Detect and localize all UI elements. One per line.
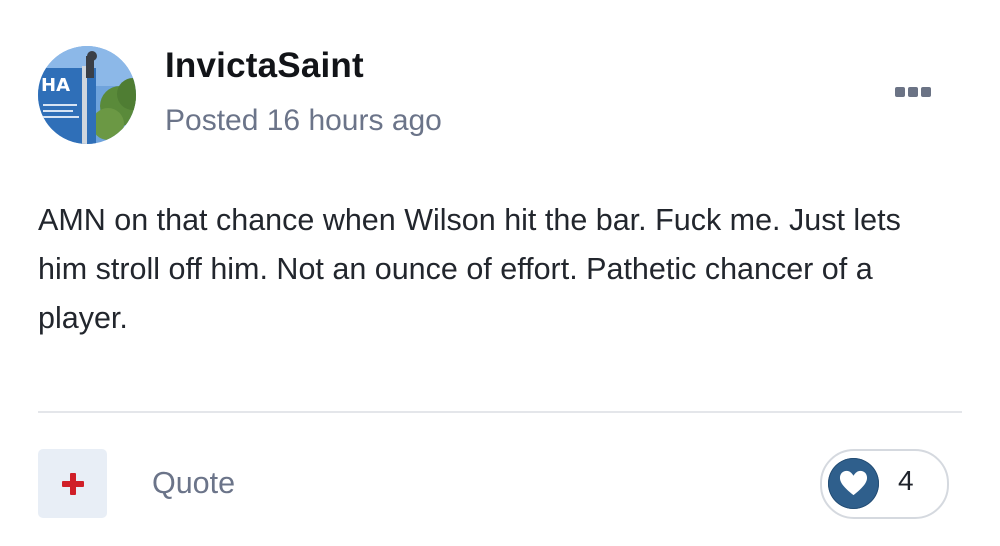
upvote-button[interactable] <box>38 449 107 518</box>
avatar-image: HA <box>38 46 136 144</box>
plus-icon <box>62 473 84 495</box>
quote-button[interactable]: Quote <box>152 466 235 501</box>
author-name[interactable]: InvictaSaint <box>165 46 364 86</box>
avatar-sign-text: HA <box>41 75 70 96</box>
heart-icon <box>828 458 879 509</box>
more-dot <box>921 87 931 97</box>
more-dot <box>895 87 905 97</box>
reaction-button[interactable]: 4 <box>820 449 949 519</box>
avatar[interactable]: HA <box>38 46 136 144</box>
forum-post: HA InvictaSaint Posted 16 hours ago AMN … <box>0 0 1000 546</box>
more-options-icon[interactable] <box>890 82 936 102</box>
post-timestamp: Posted 16 hours ago <box>165 104 442 137</box>
reaction-count: 4 <box>898 465 914 496</box>
more-dot <box>908 87 918 97</box>
post-content: AMN on that chance when Wilson hit the b… <box>38 203 901 335</box>
divider <box>38 411 962 413</box>
